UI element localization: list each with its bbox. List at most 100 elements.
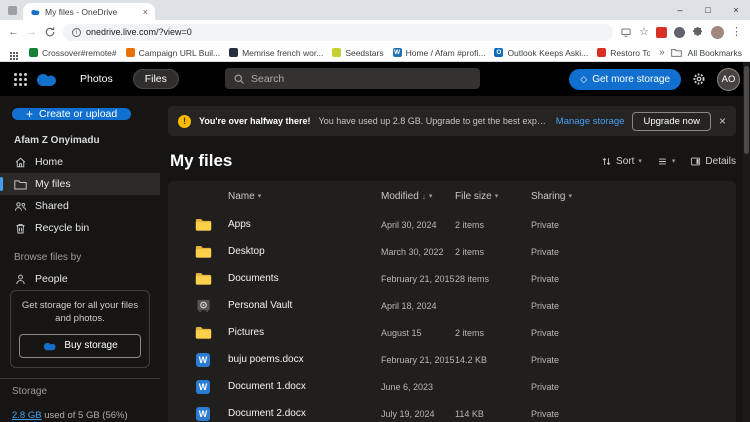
- bookmark-label: Seedstars: [345, 48, 383, 58]
- column-header-modified[interactable]: Modified ↓ ▾: [381, 191, 455, 202]
- browser-profile-avatar[interactable]: [711, 26, 724, 39]
- tab-close-icon[interactable]: ×: [143, 7, 148, 17]
- bookmark-item[interactable]: Campaign URL Buil...: [126, 48, 220, 58]
- app-launcher-icon[interactable]: [14, 73, 17, 76]
- file-sharing[interactable]: Private: [531, 220, 736, 230]
- file-size: 114 KB: [455, 409, 531, 419]
- window-minimize-button[interactable]: –: [666, 0, 694, 20]
- back-icon[interactable]: ←: [8, 27, 19, 38]
- table-row[interactable]: W Document 1.docx June 6, 2023 Private: [168, 373, 736, 400]
- bookmarks-overflow-icon[interactable]: »: [659, 47, 665, 58]
- url-text: onedrive.live.com/?view=0: [86, 27, 192, 37]
- onedrive-logo-icon[interactable]: [34, 71, 60, 87]
- table-row[interactable]: W Document 2.docx July 19, 2024 114 KB P…: [168, 400, 736, 422]
- onedrive-header: Photos Files ◇ Get more storage AO: [0, 62, 750, 96]
- scrollbar-thumb[interactable]: [744, 66, 749, 154]
- file-modified: February 21, 2015: [381, 355, 455, 365]
- search-input[interactable]: [251, 73, 472, 85]
- file-modified: April 18, 2024: [381, 301, 455, 311]
- file-sharing[interactable]: Private: [531, 409, 736, 419]
- storage-used-link[interactable]: 2.8 GB: [12, 410, 42, 421]
- create-or-upload-button[interactable]: + Create or upload: [12, 108, 131, 120]
- get-more-storage-button[interactable]: ◇ Get more storage: [569, 69, 681, 90]
- extension-circle-icon[interactable]: [674, 27, 685, 38]
- table-row[interactable]: Personal Vault April 18, 2024 Private: [168, 292, 736, 319]
- file-size: 28 items: [455, 274, 531, 284]
- site-info-icon[interactable]: i: [72, 28, 81, 37]
- window-close-button[interactable]: ×: [722, 0, 750, 20]
- file-name[interactable]: buju poems.docx: [228, 354, 381, 365]
- bookmark-star-icon[interactable]: ☆: [639, 27, 649, 38]
- bookmark-item[interactable]: W Home / Afam #profi...: [393, 48, 486, 58]
- tab-strip: My files - OneDrive × – □ ×: [0, 0, 750, 20]
- table-row[interactable]: Desktop March 30, 2022 2 items Private: [168, 238, 736, 265]
- bookmark-item[interactable]: Seedstars: [332, 48, 383, 58]
- file-name[interactable]: Document 2.docx: [228, 408, 381, 419]
- file-modified: February 21, 2015: [381, 274, 455, 284]
- manage-storage-link[interactable]: Manage storage: [556, 116, 625, 127]
- file-name[interactable]: Pictures: [228, 327, 381, 338]
- table-row[interactable]: Pictures August 15 2 items Private: [168, 319, 736, 346]
- details-button[interactable]: Details: [690, 156, 736, 167]
- account-avatar[interactable]: AO: [717, 68, 740, 91]
- file-name[interactable]: Desktop: [228, 246, 381, 257]
- window-maximize-button[interactable]: □: [694, 0, 722, 20]
- bookmark-item[interactable]: Memrise french wor...: [229, 48, 323, 58]
- page-scrollbar[interactable]: [743, 62, 750, 422]
- table-row[interactable]: W buju poems.docx February 21, 2015 14.2…: [168, 346, 736, 373]
- chevron-down-icon: ▾: [672, 157, 676, 165]
- forward-icon[interactable]: →: [26, 27, 37, 38]
- browser-tab[interactable]: My files - OneDrive ×: [23, 3, 155, 20]
- browser-menu-icon[interactable]: ⋮: [731, 27, 742, 38]
- file-name[interactable]: Apps: [228, 219, 381, 230]
- banner-title: You're over halfway there!: [199, 116, 311, 126]
- file-name[interactable]: Documents: [228, 273, 381, 284]
- search-box[interactable]: [225, 68, 480, 89]
- browser-logo-icon: [8, 6, 17, 15]
- sort-label: Sort: [616, 156, 634, 167]
- banner-close-icon[interactable]: ×: [719, 115, 726, 127]
- table-row[interactable]: Apps April 30, 2024 2 items Private: [168, 211, 736, 238]
- sort-button[interactable]: Sort ▾: [601, 156, 642, 167]
- apps-grid-icon[interactable]: [10, 52, 12, 54]
- buy-storage-button[interactable]: Buy storage: [19, 334, 141, 358]
- tab-photos[interactable]: Photos: [69, 70, 124, 88]
- file-name[interactable]: Document 1.docx: [228, 381, 381, 392]
- extensions-puzzle-icon[interactable]: [692, 26, 704, 38]
- table-row[interactable]: Documents February 21, 2015 28 items Pri…: [168, 265, 736, 292]
- address-bar[interactable]: i onedrive.live.com/?view=0: [63, 24, 613, 41]
- file-modified: June 6, 2023: [381, 382, 455, 392]
- onedrive-body: + Create or upload Afam Z Onyimadu Home …: [0, 96, 750, 422]
- all-bookmarks-label[interactable]: All Bookmarks: [688, 48, 742, 58]
- send-to-device-icon[interactable]: [620, 27, 632, 38]
- column-header-file-size[interactable]: File size ▾: [455, 191, 531, 202]
- bookmark-item[interactable]: O Outlook Keeps Aski...: [494, 48, 588, 58]
- sidebar-item-home[interactable]: Home: [0, 151, 160, 173]
- sidebar-item-shared[interactable]: Shared: [0, 195, 160, 217]
- title-row: My files Sort ▾ ▾ Detai: [170, 151, 736, 171]
- bookmark-item[interactable]: Crossover#remote#: [29, 48, 117, 58]
- file-sharing[interactable]: Private: [531, 301, 736, 311]
- get-more-storage-label: Get more storage: [592, 74, 670, 85]
- sidebar-item-people[interactable]: People: [0, 268, 160, 290]
- column-header-sharing[interactable]: Sharing ▾: [531, 191, 736, 202]
- file-sharing[interactable]: Private: [531, 274, 736, 284]
- file-name[interactable]: Personal Vault: [228, 300, 381, 311]
- sidebar-item-recycle-bin[interactable]: Recycle bin: [0, 217, 160, 239]
- file-sharing[interactable]: Private: [531, 355, 736, 365]
- view-toggle-button[interactable]: ▾: [657, 156, 676, 167]
- file-sharing[interactable]: Private: [531, 382, 736, 392]
- storage-section: Storage 2.8 GB used of 5 GB (56%): [0, 378, 160, 422]
- tab-files[interactable]: Files: [133, 69, 179, 89]
- extension-red-icon[interactable]: [656, 27, 667, 38]
- file-sharing[interactable]: Private: [531, 247, 736, 257]
- sidebar-item-label: Home: [35, 156, 63, 168]
- upgrade-now-button[interactable]: Upgrade now: [632, 112, 711, 131]
- bookmark-item[interactable]: Restoro Top articles...: [597, 48, 650, 58]
- column-header-name[interactable]: Name ▾: [228, 191, 381, 202]
- file-sharing[interactable]: Private: [531, 328, 736, 338]
- settings-gear-icon[interactable]: [692, 72, 706, 86]
- refresh-icon[interactable]: [44, 26, 56, 38]
- bookmark-favicon: [229, 48, 238, 57]
- sidebar-item-my-files[interactable]: My files: [0, 173, 160, 195]
